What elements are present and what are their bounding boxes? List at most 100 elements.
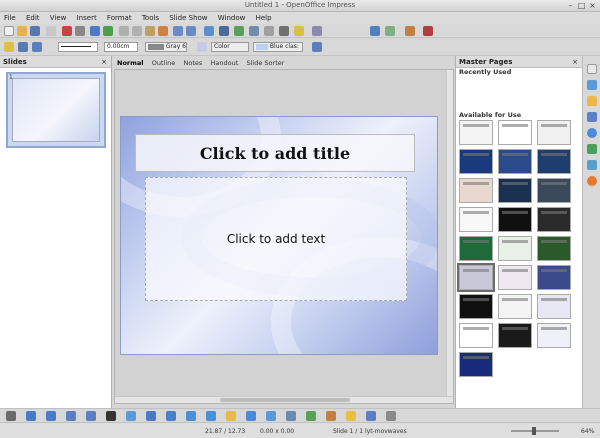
tab-notes[interactable]: Notes (180, 58, 205, 69)
chart-icon[interactable] (204, 26, 214, 36)
drawing-tool-icon[interactable] (186, 411, 196, 421)
drawing-tool-icon[interactable] (306, 411, 316, 421)
slide-transition-icon[interactable] (587, 144, 597, 154)
master-template-thumbnail[interactable] (459, 323, 493, 348)
line-color-select[interactable]: Gray 6 (145, 42, 187, 52)
menu-tools[interactable]: Tools (138, 12, 163, 24)
slide-thumbnail[interactable]: 1 (6, 72, 106, 148)
drawing-tool-icon[interactable] (86, 411, 96, 421)
drawing-tool-icon[interactable] (246, 411, 256, 421)
copy-icon[interactable] (132, 26, 142, 36)
master-template-thumbnail[interactable] (498, 120, 532, 145)
slide[interactable]: Click to add title Click to add text (120, 116, 438, 355)
styles-icon[interactable] (4, 42, 14, 52)
menu-window[interactable]: Window (214, 12, 250, 24)
slide-layout-icon[interactable] (370, 26, 380, 36)
master-template-thumbnail[interactable] (498, 207, 532, 232)
scrollbar-thumb[interactable] (220, 398, 350, 402)
master-pages-icon[interactable] (587, 80, 597, 90)
layouts-icon[interactable] (587, 96, 597, 106)
master-template-thumbnail[interactable] (459, 149, 493, 174)
drawing-tool-icon[interactable] (6, 411, 16, 421)
menu-help[interactable]: Help (252, 12, 276, 24)
new-icon[interactable] (4, 26, 14, 36)
spellcheck-icon[interactable] (90, 26, 100, 36)
custom-animation-icon[interactable] (587, 128, 597, 138)
content-placeholder[interactable]: Click to add text (145, 177, 407, 301)
title-placeholder[interactable]: Click to add title (135, 134, 415, 172)
autospell-icon[interactable] (103, 26, 113, 36)
open-icon[interactable] (17, 26, 27, 36)
master-template-thumbnail[interactable] (537, 178, 571, 203)
master-template-thumbnail[interactable] (498, 294, 532, 319)
slide-design-icon[interactable] (385, 26, 395, 36)
master-template-thumbnail[interactable] (459, 352, 493, 377)
redo-icon[interactable] (186, 26, 196, 36)
recently-used-heading[interactable]: Recently Used (456, 68, 582, 77)
drawing-tool-icon[interactable] (266, 411, 276, 421)
save-icon[interactable] (30, 26, 40, 36)
gallery-icon[interactable] (587, 176, 597, 186)
slides-panel-close-icon[interactable]: × (101, 56, 107, 68)
master-template-thumbnail[interactable] (498, 265, 532, 290)
menu-view[interactable]: View (46, 12, 71, 24)
zoom-slider-handle[interactable] (532, 427, 536, 435)
line-style-select[interactable] (58, 42, 98, 52)
master-template-thumbnail[interactable] (459, 207, 493, 232)
tab-handout[interactable]: Handout (208, 58, 242, 69)
helplines-icon[interactable] (264, 26, 274, 36)
menu-file[interactable]: File (0, 12, 20, 24)
paste-icon[interactable] (145, 26, 155, 36)
area-style-select[interactable]: Color (211, 42, 249, 52)
master-template-thumbnail[interactable] (459, 120, 493, 145)
master-template-thumbnail[interactable] (498, 178, 532, 203)
drawing-tool-icon[interactable] (326, 411, 336, 421)
master-template-thumbnail[interactable] (537, 323, 571, 348)
navigator-icon[interactable] (279, 26, 289, 36)
arrow-style-icon[interactable] (32, 42, 42, 52)
drawing-tool-icon[interactable] (106, 411, 116, 421)
navigator-sidebar-icon[interactable] (587, 160, 597, 170)
presentation-icon[interactable] (312, 26, 322, 36)
edit-file-icon[interactable] (46, 26, 56, 36)
table-design-icon[interactable] (587, 112, 597, 122)
line-width-field[interactable]: 0.00cm (104, 42, 138, 52)
clone-format-icon[interactable] (158, 26, 168, 36)
display-grid-icon[interactable] (249, 26, 259, 36)
export-pdf-icon[interactable] (62, 26, 72, 36)
new-slide-icon[interactable] (405, 26, 415, 36)
insert-image-icon[interactable] (234, 26, 244, 36)
menu-insert[interactable]: Insert (73, 12, 101, 24)
master-template-thumbnail[interactable] (537, 149, 571, 174)
master-template-thumbnail[interactable] (498, 323, 532, 348)
master-template-thumbnail[interactable] (537, 265, 571, 290)
drawing-tool-icon[interactable] (26, 411, 36, 421)
shadow-icon[interactable] (312, 42, 322, 52)
master-template-thumbnail[interactable] (457, 263, 495, 292)
drawing-tool-icon[interactable] (46, 411, 56, 421)
vertical-scrollbar[interactable] (446, 70, 453, 403)
area-icon[interactable] (197, 42, 207, 52)
master-template-thumbnail[interactable] (537, 236, 571, 261)
undo-icon[interactable] (173, 26, 183, 36)
master-template-thumbnail[interactable] (537, 207, 571, 232)
drawing-tool-icon[interactable] (346, 411, 356, 421)
menu-slide-show[interactable]: Slide Show (165, 12, 211, 24)
fill-color-select[interactable]: Blue clas: (253, 42, 303, 52)
master-template-thumbnail[interactable] (537, 120, 571, 145)
master-template-thumbnail[interactable] (498, 236, 532, 261)
drawing-tool-icon[interactable] (166, 411, 176, 421)
master-template-thumbnail[interactable] (459, 236, 493, 261)
close-icon[interactable]: × (588, 1, 597, 10)
drawing-tool-icon[interactable] (146, 411, 156, 421)
minimize-icon[interactable]: – (566, 1, 575, 10)
drawing-tool-icon[interactable] (206, 411, 216, 421)
drawing-tool-icon[interactable] (286, 411, 296, 421)
line-icon[interactable] (18, 42, 28, 52)
master-template-thumbnail[interactable] (459, 294, 493, 319)
master-template-thumbnail[interactable] (459, 178, 493, 203)
master-template-thumbnail[interactable] (498, 149, 532, 174)
drawing-tool-icon[interactable] (66, 411, 76, 421)
available-heading[interactable]: Available for Use (456, 111, 582, 120)
menu-edit[interactable]: Edit (22, 12, 44, 24)
